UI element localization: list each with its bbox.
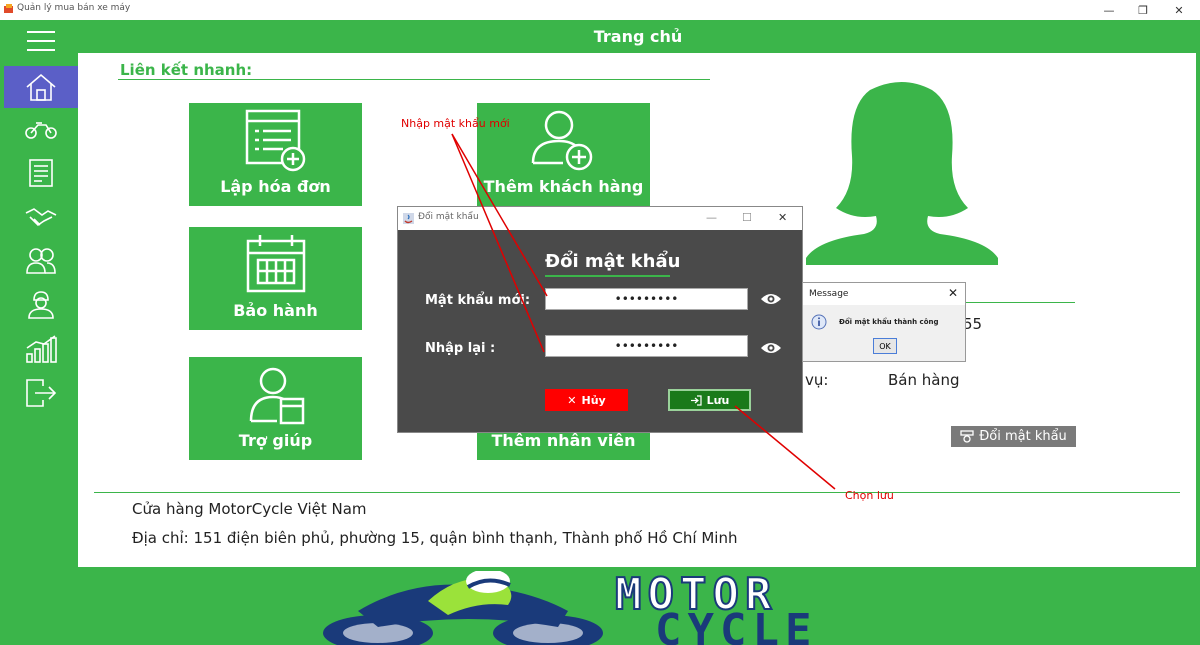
annotation-arrow-new-password bbox=[451, 133, 548, 297]
annotation-save: Chọn lưu bbox=[845, 489, 894, 502]
annotation-arrows bbox=[451, 133, 836, 490]
annotation-new-password: Nhập mật khẩu mới bbox=[401, 117, 510, 130]
annotation-arrow-confirm bbox=[451, 133, 545, 353]
annotation-arrow-save bbox=[734, 405, 836, 490]
